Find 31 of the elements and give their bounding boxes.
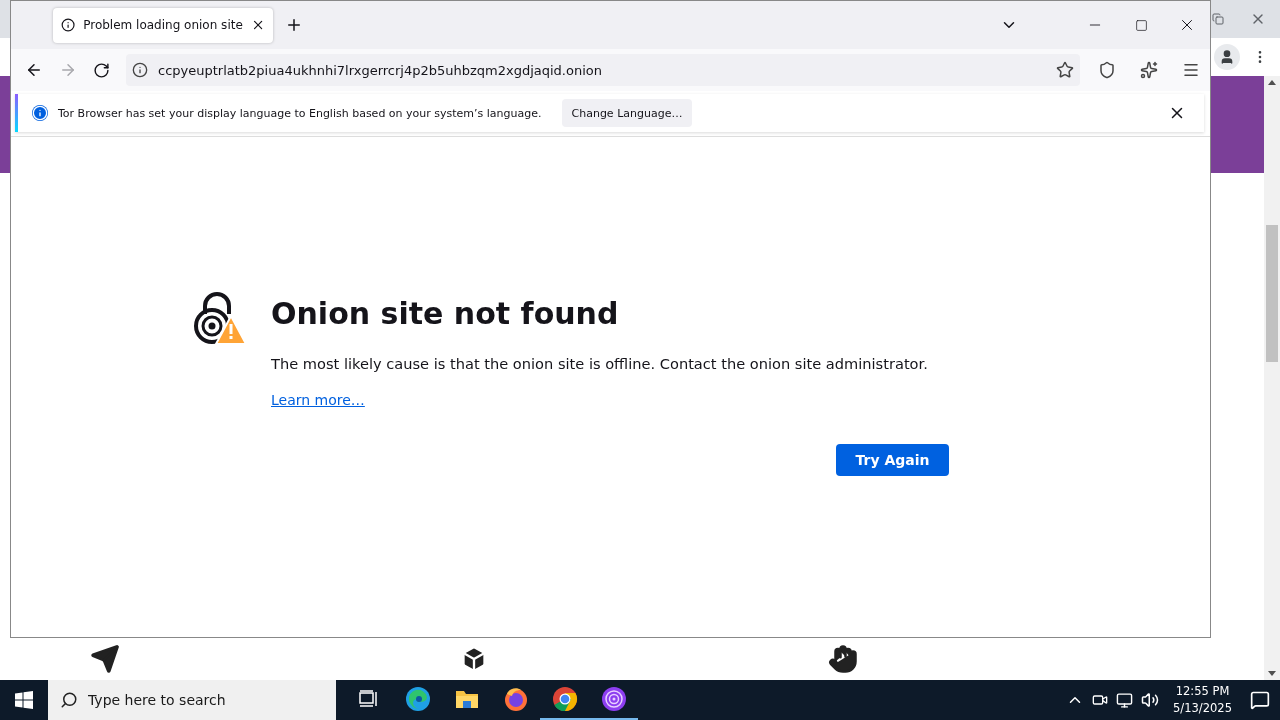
network-icon[interactable]: [1116, 691, 1134, 709]
lock-warning-icon: [193, 292, 247, 346]
hand-icon: [828, 644, 858, 674]
clock[interactable]: 12:55 PM 5/13/2025: [1173, 683, 1232, 717]
restore-icon[interactable]: [1212, 13, 1224, 25]
info-icon: [32, 105, 48, 121]
search-field[interactable]: Type here to search: [48, 680, 336, 720]
tor-icon: [600, 686, 627, 712]
profile-avatar[interactable]: [1214, 44, 1240, 70]
browser-tab[interactable]: Problem loading onion site: [53, 7, 273, 43]
plane-icon: [90, 644, 120, 674]
windows-logo-icon[interactable]: [15, 691, 33, 709]
notification-text: Tor Browser has set your display language to English based on your system’s language.: [58, 106, 542, 120]
tab-title: Problem loading onion site: [83, 18, 243, 32]
chrome-icon: [551, 686, 578, 712]
address-bar[interactable]: ccpyeuptrlatb2piua4ukhnhi7lrxgerrcrj4p2b5uhbzqm2xgdjaqid.onion: [126, 54, 1080, 86]
folder-icon: [454, 688, 479, 710]
camera-icon[interactable]: [1092, 692, 1109, 708]
search-icon: [60, 691, 78, 709]
scrollbar[interactable]: [1264, 76, 1280, 680]
try-again-button[interactable]: Try Again: [836, 443, 949, 476]
notifications-icon[interactable]: [1250, 690, 1270, 710]
edge-icon: [404, 686, 431, 712]
error-title: Onion site not found: [271, 296, 620, 331]
firefox-icon: [502, 686, 529, 712]
change-language-button[interactable]: Change Language…: [561, 99, 693, 127]
error-message: The most likely cause is that the onion site is offline. Contact the onion site administrator.: [271, 355, 928, 374]
task-view-icon: [358, 690, 379, 708]
info-icon: [61, 17, 76, 33]
volume-icon[interactable]: [1141, 691, 1160, 709]
learn-more-link[interactable]: Learn more…: [271, 391, 365, 408]
